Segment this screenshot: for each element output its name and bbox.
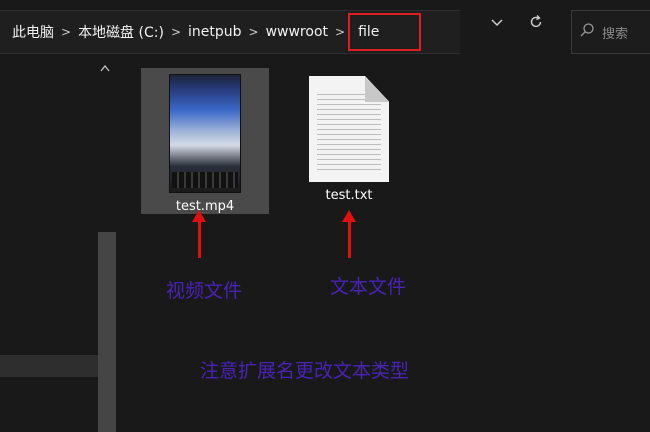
breadcrumb-wwwroot[interactable]: wwwroot xyxy=(266,24,328,40)
search-input[interactable]: 搜索 xyxy=(602,23,628,42)
search-box[interactable]: 搜索 xyxy=(571,10,650,54)
extension-note: 注意扩展名更改文本类型 xyxy=(200,360,410,382)
scrollbar-thumb[interactable] xyxy=(98,232,116,432)
search-icon xyxy=(572,22,602,42)
chevron-right-icon[interactable]: > xyxy=(171,25,181,39)
chevron-right-icon[interactable]: > xyxy=(249,25,259,39)
scroll-up-icon[interactable] xyxy=(100,64,110,75)
file-name: test.txt xyxy=(325,188,373,203)
red-arrow-icon xyxy=(192,210,206,258)
file-item-text[interactable]: test.txt xyxy=(285,68,413,214)
text-document-icon xyxy=(309,76,389,182)
red-arrow-icon xyxy=(342,210,356,258)
video-thumbnail xyxy=(169,74,241,193)
nav-item-selected[interactable] xyxy=(0,355,98,377)
chevron-right-icon[interactable]: > xyxy=(61,25,71,39)
chevron-right-icon[interactable]: > xyxy=(335,25,345,39)
file-item-video[interactable]: test.mp4 xyxy=(141,68,269,214)
text-file-caption: 文本文件 xyxy=(330,276,407,298)
address-bar[interactable]: 此电脑 > 本地磁盘 (C:) > inetpub > wwwroot > fi… xyxy=(0,10,460,54)
refresh-icon[interactable] xyxy=(528,14,544,34)
breadcrumb-inetpub[interactable]: inetpub xyxy=(188,24,242,40)
breadcrumb-this-pc[interactable]: 此电脑 xyxy=(12,22,54,42)
breadcrumb-local-disk[interactable]: 本地磁盘 (C:) xyxy=(78,22,164,42)
chevron-down-icon[interactable] xyxy=(490,14,504,33)
breadcrumb-file[interactable]: file xyxy=(348,13,422,51)
video-file-caption: 视频文件 xyxy=(166,280,243,302)
